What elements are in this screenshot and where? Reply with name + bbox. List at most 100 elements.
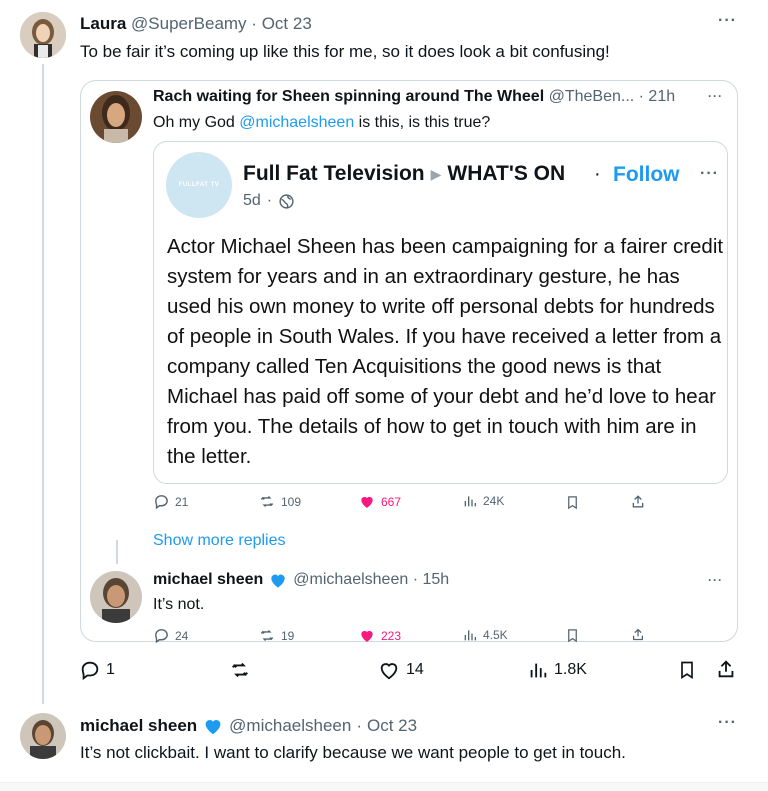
avatar-michael[interactable] <box>20 713 66 759</box>
fullfat-logo-text: FULLFAT TV <box>178 182 220 188</box>
avatar-michael-reply-image <box>90 571 142 623</box>
quoted-author-name[interactable]: Rach waiting for Sheen spinning around T… <box>153 88 544 105</box>
reply-share-button[interactable] <box>630 627 646 642</box>
show-more-replies-link[interactable]: Show more replies <box>153 532 286 550</box>
reply-more-button[interactable]: ··· <box>708 573 723 587</box>
like-icon-filled <box>361 496 373 508</box>
community-arrow-icon: ▶ <box>430 165 442 182</box>
tweet2-handle[interactable]: @michaelsheen <box>229 716 351 736</box>
bottom-divider <box>0 782 768 791</box>
embedded-body: Actor Michael Sheen has been campaigning… <box>167 235 724 468</box>
tweet2-text: It’s not clickbait. I want to clarify be… <box>80 743 626 762</box>
avatar-michael-reply[interactable] <box>90 571 142 623</box>
embedded-time[interactable]: 5d <box>243 192 261 210</box>
tweet1-text: To be fair it’s coming up like this for … <box>80 42 610 61</box>
community-name[interactable]: WHAT'S ON <box>447 162 565 186</box>
tweet1-more-button[interactable]: ··· <box>718 12 737 30</box>
reply-icon <box>155 495 168 510</box>
tweet2-sep: · <box>356 716 362 735</box>
tweet1-views-button[interactable]: 1.8K <box>527 659 587 681</box>
quoted-text: Oh my God @michaelsheen is this, is this… <box>153 114 490 132</box>
tweet1-views-count: 1.8K <box>554 661 587 678</box>
tweet1-author-name[interactable]: Laura <box>80 14 126 33</box>
tweet1-bookmark-button[interactable] <box>677 659 697 681</box>
quoted-views-button[interactable]: 24K <box>462 493 504 509</box>
quoted-share-button[interactable] <box>630 493 646 510</box>
avatar-laura[interactable] <box>20 12 66 58</box>
tweet1-repost-button[interactable] <box>228 659 252 681</box>
avatar-fullfat[interactable]: FULLFAT TV <box>166 152 232 218</box>
avatar-laura-image <box>20 12 66 58</box>
reply-repost-count: 19 <box>281 628 295 643</box>
embedded-meta: 5d · <box>243 192 295 210</box>
embedded-dot: · <box>594 163 601 185</box>
globe-icon <box>279 193 294 209</box>
quoted-text-suffix: is this, is this true? <box>354 114 491 131</box>
like-icon <box>380 663 398 680</box>
bookmark-icon <box>681 661 693 680</box>
quoted-repost-count: 109 <box>281 494 302 509</box>
embedded-header: Full Fat Television ▶ WHAT'S ON <box>243 162 565 186</box>
tweet1-header: Laura @SuperBeamy · Oct 23 <box>80 14 312 34</box>
reply-repost-button[interactable]: 19 <box>258 627 294 644</box>
thread-line-top <box>42 64 44 704</box>
reply-handle-time[interactable]: @michaelsheen · 15h <box>293 571 449 589</box>
repost-icon <box>260 496 274 507</box>
reply-icon <box>155 629 168 644</box>
tweet1-time[interactable]: Oct 23 <box>262 14 312 33</box>
avatar-rach-image <box>90 91 142 143</box>
bookmark-icon <box>568 496 577 510</box>
reply-reply-button[interactable]: 24 <box>153 627 188 644</box>
reply-views-button[interactable]: 4.5K <box>462 627 508 643</box>
tweet1-handle[interactable]: @SuperBeamy <box>131 14 247 33</box>
embedded-sep: · <box>266 192 273 209</box>
tweet2-time[interactable]: Oct 23 <box>367 716 417 736</box>
share-icon <box>632 495 644 508</box>
quoted-reply-button[interactable]: 21 <box>153 493 188 510</box>
reply-icon <box>81 661 99 681</box>
reply-views-count: 4.5K <box>483 628 508 642</box>
repost-icon <box>232 662 248 678</box>
tweet2-header: michael sheen @michaelsheen · Oct 23 <box>80 715 417 737</box>
verified-heart-icon <box>205 720 221 735</box>
repost-icon <box>260 630 274 641</box>
reply-reply-count: 24 <box>175 628 189 643</box>
tweet2-more-button[interactable]: ··· <box>718 714 737 732</box>
quoted-handle-time[interactable]: @TheBen... · 21h <box>549 88 676 105</box>
share-icon <box>633 628 643 641</box>
views-icon <box>464 630 476 641</box>
share-icon <box>718 660 734 678</box>
reply-header: michael sheen @michaelsheen · 15h <box>153 570 449 590</box>
reply-like-button[interactable]: 223 <box>358 627 401 644</box>
verified-heart-icon <box>271 574 285 588</box>
embedded-more-button[interactable]: ··· <box>700 165 719 183</box>
quoted-more-button[interactable]: ··· <box>708 89 723 103</box>
reply-text: It’s not. <box>153 596 205 613</box>
like-icon-filled <box>361 630 373 642</box>
avatar-rach[interactable] <box>90 91 142 143</box>
quoted-reply-count: 21 <box>175 494 189 509</box>
reply-like-count: 223 <box>381 628 402 643</box>
quoted-header: Rach waiting for Sheen spinning around T… <box>153 88 675 106</box>
quoted-repost-button[interactable]: 109 <box>258 493 301 510</box>
tweet1-sep: · <box>251 14 257 33</box>
tweet1-share-button[interactable] <box>715 658 737 680</box>
tweet2-author-name[interactable]: michael sheen <box>80 716 197 736</box>
embedded-author-name[interactable]: Full Fat Television <box>243 162 425 186</box>
bookmark-icon <box>568 629 577 643</box>
tweet1-reply-button[interactable]: 1 <box>79 659 115 681</box>
quoted-mention-link[interactable]: @michaelsheen <box>239 114 354 131</box>
follow-button[interactable]: Follow <box>613 163 680 187</box>
views-icon <box>464 496 476 507</box>
reply-bookmark-button[interactable] <box>565 628 580 643</box>
quoted-views-count: 24K <box>483 494 505 508</box>
views-icon <box>530 663 547 678</box>
quoted-like-button[interactable]: 667 <box>358 493 401 510</box>
tweet1-like-button[interactable]: 14 <box>377 659 424 681</box>
quoted-like-count: 667 <box>381 494 402 509</box>
quoted-bookmark-button[interactable] <box>565 494 580 511</box>
reply-author-name[interactable]: michael sheen <box>153 571 263 589</box>
avatar-michael-image <box>20 713 66 759</box>
tweet1-like-count: 14 <box>406 661 424 678</box>
thread-line-quoted <box>116 540 118 564</box>
